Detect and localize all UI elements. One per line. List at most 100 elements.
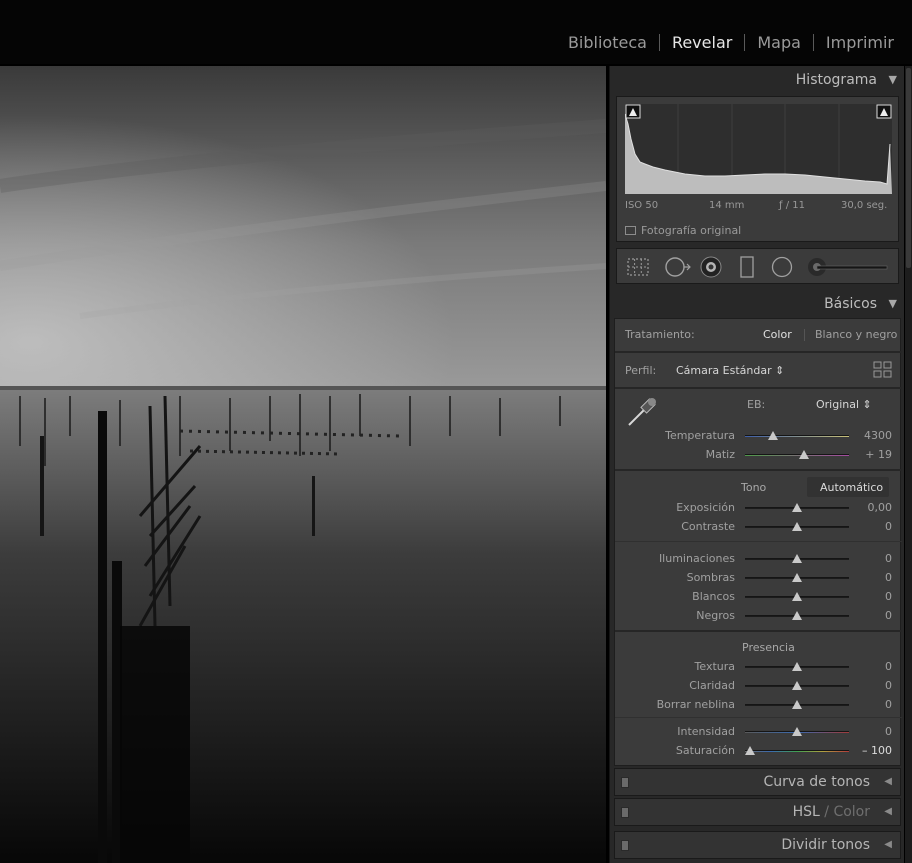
dehaze-value[interactable]: 0	[885, 698, 892, 711]
tint-slider[interactable]	[745, 450, 849, 459]
treatment-divider	[804, 329, 805, 341]
slider-thumb[interactable]	[792, 592, 802, 601]
collapse-triangle-icon[interactable]: ▼	[889, 297, 897, 310]
exposure-label: Exposición	[676, 501, 735, 514]
vibrance-slider[interactable]	[745, 727, 849, 736]
basics-header[interactable]: Básicos ▼	[610, 290, 905, 318]
profile-select[interactable]: Cámara Estándar ⇕	[676, 364, 784, 377]
exif-focal-length: 14 mm	[709, 200, 745, 211]
expand-triangle-icon[interactable]: ◀	[884, 839, 892, 850]
red-eye-icon[interactable]	[700, 256, 722, 278]
clarity-value[interactable]: 0	[885, 679, 892, 692]
treatment-color-option[interactable]: Color	[763, 328, 792, 341]
collapse-triangle-icon[interactable]: ▼	[889, 73, 897, 86]
temperature-value[interactable]: 4300	[864, 429, 892, 442]
slider-thumb[interactable]	[792, 554, 802, 563]
develop-right-panel: Histograma ▼ ISO 50 14 mm ƒ / 11 30,0 se…	[609, 66, 904, 863]
blacks-value[interactable]: 0	[885, 609, 892, 622]
exif-aperture: ƒ / 11	[779, 200, 805, 211]
whites-label: Blancos	[692, 590, 735, 603]
original-photo-checkbox[interactable]	[625, 226, 636, 235]
texture-slider[interactable]	[745, 662, 849, 671]
hsl-title: HSL / Color	[793, 804, 870, 820]
blacks-slider[interactable]	[745, 611, 849, 620]
slider-thumb[interactable]	[799, 450, 810, 459]
contrast-slider[interactable]	[745, 522, 849, 531]
presence-section-title: Presencia	[742, 641, 795, 654]
histogram-header[interactable]: Histograma ▼	[610, 66, 905, 94]
module-picker: Biblioteca Revelar Mapa Imprimir	[556, 32, 906, 52]
hsl-tab[interactable]: HSL	[793, 804, 820, 820]
vibrance-label: Intensidad	[677, 725, 735, 738]
panel-toggle-switch[interactable]	[621, 777, 629, 788]
row-divider	[615, 717, 902, 718]
treatment-bw-option[interactable]: Blanco y negro	[815, 328, 897, 341]
clarity-label: Claridad	[689, 679, 735, 692]
highlights-slider[interactable]	[745, 554, 849, 563]
slider-thumb[interactable]	[792, 700, 802, 709]
tint-value[interactable]: + 19	[865, 448, 892, 461]
shadows-value[interactable]: 0	[885, 571, 892, 584]
texture-value[interactable]: 0	[885, 660, 892, 673]
saturation-value[interactable]: – 100	[862, 744, 892, 757]
spot-removal-icon[interactable]	[664, 256, 692, 278]
slider-thumb[interactable]	[792, 681, 802, 690]
highlights-label: Iluminaciones	[658, 552, 735, 565]
temperature-label: Temperatura	[665, 429, 735, 442]
module-print[interactable]: Imprimir	[814, 33, 906, 52]
slider-thumb[interactable]	[792, 573, 802, 582]
histogram-title: Histograma	[795, 72, 877, 88]
whites-slider[interactable]	[745, 592, 849, 601]
module-map[interactable]: Mapa	[745, 33, 813, 52]
clarity-slider[interactable]	[745, 681, 849, 690]
hsl-panel-header[interactable]: HSL / Color ◀	[614, 798, 901, 826]
graduated-filter-icon[interactable]	[736, 256, 758, 278]
basics-panel: Tratamiento: Color Blanco y negro Perfil…	[614, 318, 902, 766]
contrast-value[interactable]: 0	[885, 520, 892, 533]
slider-thumb[interactable]	[792, 727, 802, 736]
panel-scrollbar-thumb[interactable]	[906, 68, 911, 268]
tone-curve-title: Curva de tonos	[763, 774, 870, 790]
exif-iso: ISO 50	[625, 200, 659, 211]
row-divider	[615, 541, 902, 542]
module-library[interactable]: Biblioteca	[556, 33, 659, 52]
panel-toggle-switch[interactable]	[621, 840, 629, 851]
saturation-slider[interactable]	[745, 746, 849, 755]
color-tab[interactable]: Color	[833, 804, 870, 820]
temperature-slider[interactable]	[745, 431, 849, 440]
wb-select[interactable]: Original ⇕	[816, 398, 872, 411]
split-toning-panel-header[interactable]: Dividir tonos ◀	[614, 831, 901, 859]
tone-curve-panel-header[interactable]: Curva de tonos ◀	[614, 768, 901, 796]
expand-triangle-icon[interactable]: ◀	[884, 806, 892, 817]
exposure-slider[interactable]	[745, 503, 849, 512]
whites-value[interactable]: 0	[885, 590, 892, 603]
exposure-value[interactable]: 0,00	[868, 501, 893, 514]
profile-browser-grid-icon[interactable]	[873, 361, 893, 379]
crop-overlay-icon[interactable]	[627, 256, 649, 278]
slider-thumb[interactable]	[792, 611, 802, 620]
adjustment-brush-icon[interactable]	[807, 256, 891, 278]
blacks-label: Negros	[696, 609, 735, 622]
expand-triangle-icon[interactable]: ◀	[884, 776, 892, 787]
radial-filter-icon[interactable]	[771, 256, 793, 278]
photo-preview[interactable]	[0, 66, 606, 863]
dehaze-label: Borrar neblina	[656, 698, 735, 711]
auto-button-label[interactable]: Automático	[820, 481, 883, 494]
slider-thumb[interactable]	[792, 662, 802, 671]
slider-thumb[interactable]	[792, 503, 802, 512]
module-develop[interactable]: Revelar	[660, 33, 744, 52]
wb-eyedropper-icon[interactable]	[625, 395, 659, 429]
highlights-value[interactable]: 0	[885, 552, 892, 565]
photo-image	[0, 66, 606, 863]
vibrance-value[interactable]: 0	[885, 725, 892, 738]
panel-toggle-switch[interactable]	[621, 807, 629, 818]
tint-label: Matiz	[705, 448, 735, 461]
contrast-label: Contraste	[681, 520, 735, 533]
row-divider	[615, 469, 902, 471]
slider-thumb[interactable]	[792, 522, 802, 531]
shadows-slider[interactable]	[745, 573, 849, 582]
slider-thumb[interactable]	[768, 431, 779, 440]
original-photo-label: Fotografía original	[641, 224, 742, 237]
dehaze-slider[interactable]	[745, 700, 849, 709]
slider-thumb[interactable]	[745, 746, 756, 755]
